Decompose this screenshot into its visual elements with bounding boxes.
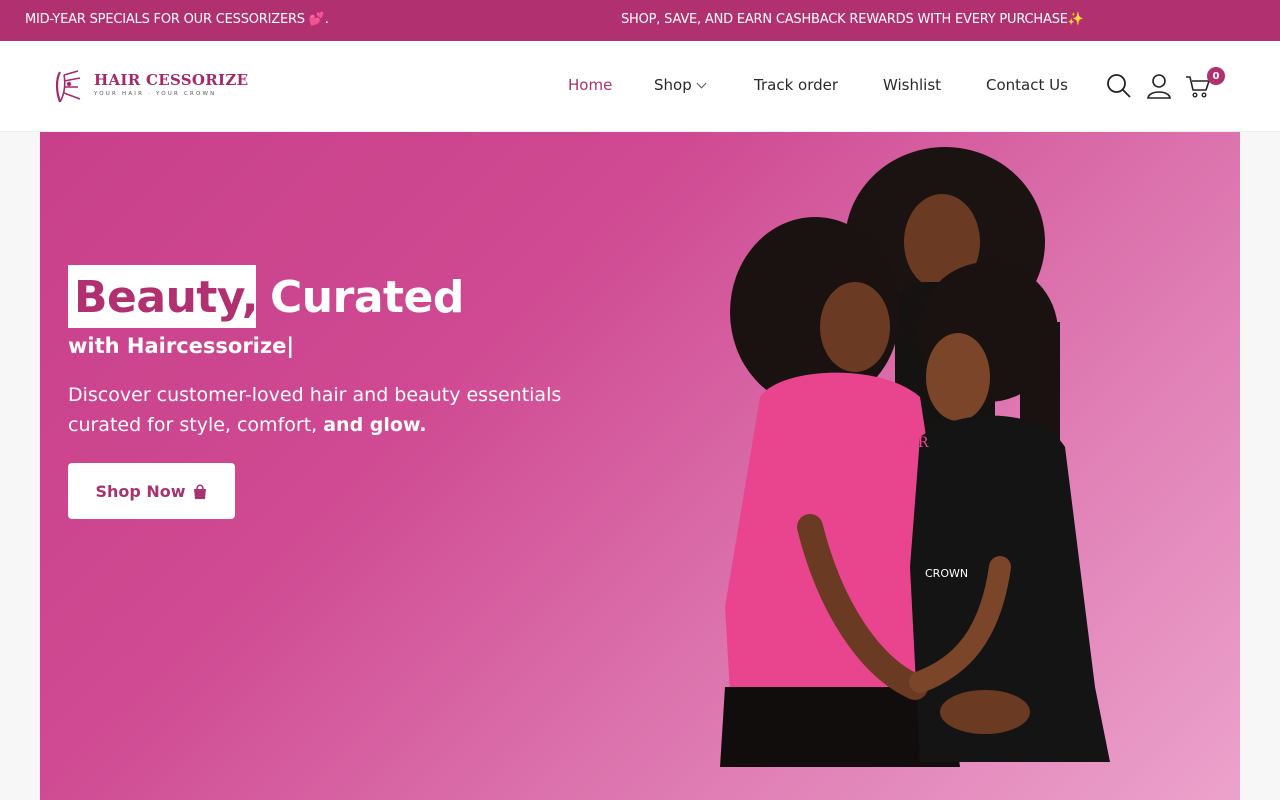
hero-subtitle: with Haircessorize| xyxy=(68,334,295,358)
shopping-bag-icon xyxy=(193,483,206,499)
hero-description-bold: and glow. xyxy=(323,414,427,436)
headline-highlight-word: Beauty, xyxy=(74,272,258,323)
announcement-bar: MID-YEAR SPECIALS FOR OUR CESSORIZERS 💕.… xyxy=(0,0,1280,41)
shop-now-label: Shop Now xyxy=(95,481,186,501)
headline-rest: Curated xyxy=(270,272,464,323)
nav-track-order[interactable]: Track order xyxy=(754,76,838,94)
user-icon xyxy=(1147,74,1171,99)
shop-now-button[interactable]: Shop Now xyxy=(68,463,235,519)
main-nav: Home Shop Track order Wishlist Contact U… xyxy=(0,76,1280,96)
hero-description-main: Discover customer-loved hair and beauty … xyxy=(68,384,562,436)
search-icon xyxy=(1107,74,1131,98)
shirt-text-1: HAIR xyxy=(890,435,929,451)
nav-shop[interactable]: Shop xyxy=(654,76,707,94)
announcement-left: MID-YEAR SPECIALS FOR OUR CESSORIZERS 💕. xyxy=(25,12,329,27)
announcement-right: SHOP, SAVE, AND EARN CASHBACK REWARDS WI… xyxy=(621,12,1084,27)
nav-home[interactable]: Home xyxy=(568,76,612,94)
nav-contact-us[interactable]: Contact Us xyxy=(986,76,1068,94)
hero-description: Discover customer-loved hair and beauty … xyxy=(68,380,628,440)
site-header: HAIR CESSORIZE YOUR HAIR · YOUR CROWN Ho… xyxy=(0,41,1280,132)
chevron-down-icon xyxy=(696,78,707,89)
shirt-text-2: CROWN xyxy=(925,567,968,580)
hero-banner: Beauty, Curated with Haircessorize| Disc… xyxy=(40,132,1240,800)
search-button[interactable] xyxy=(1105,72,1133,100)
account-button[interactable] xyxy=(1145,72,1173,100)
cart-count-badge: 0 xyxy=(1207,67,1225,85)
nav-wishlist[interactable]: Wishlist xyxy=(883,76,941,94)
nav-shop-label: Shop xyxy=(654,76,692,94)
hero-models-image: HAIR CROWN xyxy=(720,147,1110,767)
